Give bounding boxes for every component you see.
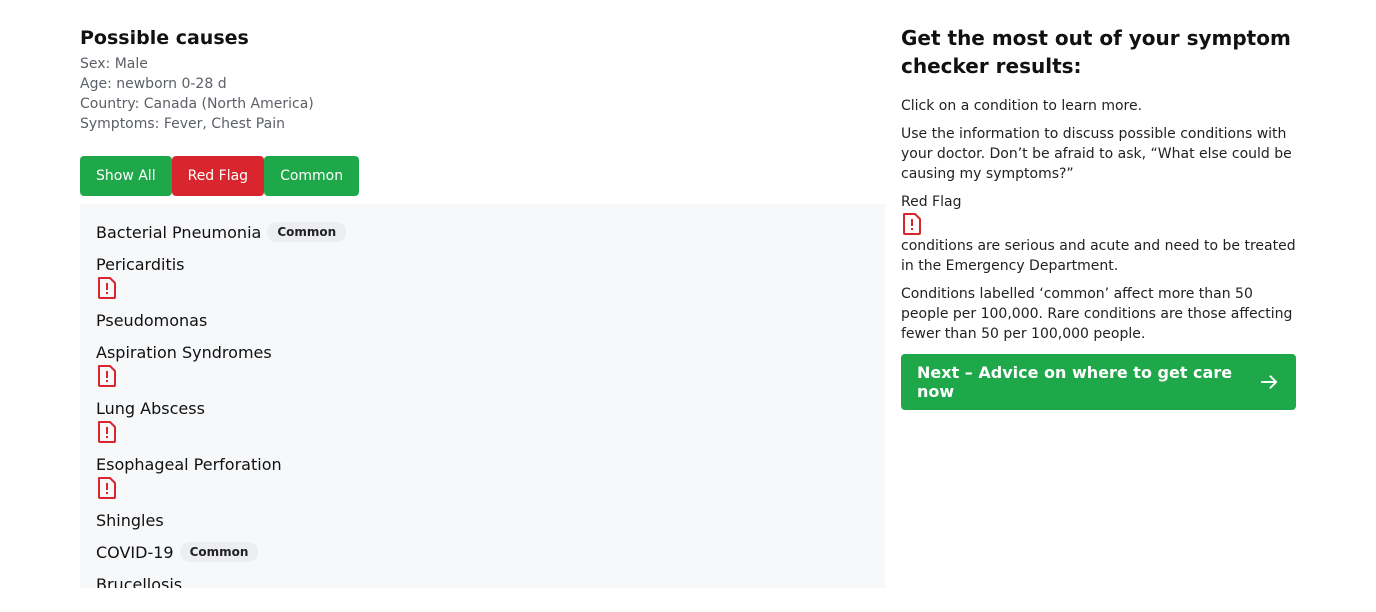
next-advice-button[interactable]: Next – Advice on where to get care now [901, 354, 1296, 410]
possible-causes-section: Possible causes Sex: Male Age: newborn 0… [80, 24, 885, 588]
age-info: Age: newborn 0-28 d [80, 76, 227, 92]
condition-name[interactable]: Pericarditis [96, 255, 185, 274]
list-item[interactable]: Esophageal Perforation [96, 452, 869, 500]
condition-name[interactable]: Lung Abscess [96, 399, 205, 418]
condition-name[interactable]: Aspiration Syndromes [96, 343, 272, 362]
sex-info: Sex: Male [80, 56, 148, 72]
country-info: Country: Canada (North America) [80, 96, 314, 112]
filter-buttons: Show All Red Flag Common [80, 156, 360, 196]
common-badge: Common [179, 542, 259, 562]
red-flag-icon [98, 421, 116, 443]
arrow-right-icon [1260, 375, 1278, 389]
red-flag-icon [903, 213, 921, 235]
results-guidance-section: Get the most out of your symptom checker… [901, 24, 1296, 410]
red-flag-icon [98, 477, 116, 499]
conditions-list-panel[interactable]: Bacterial Pneumonia Common Pericarditis … [80, 204, 885, 588]
show-all-button[interactable]: Show All [80, 156, 172, 196]
list-item[interactable]: Bacterial Pneumonia Common [96, 220, 869, 244]
list-item[interactable]: Pericarditis [96, 252, 869, 300]
next-button-label: Next – Advice on where to get care now [917, 363, 1233, 401]
page-title: Possible causes [80, 27, 249, 49]
list-item[interactable]: Pseudomonas [96, 308, 869, 332]
condition-name[interactable]: Bacterial Pneumonia [96, 223, 261, 242]
common-badge: Common [267, 222, 347, 242]
condition-name[interactable]: Brucellosis [96, 575, 182, 589]
guidance-text-4: Conditions labelled ‘common’ affect more… [901, 286, 1293, 342]
patient-info: Sex: Male Age: newborn 0-28 d Country: C… [80, 54, 885, 134]
condition-name[interactable]: COVID-19 [96, 543, 174, 562]
guidance-text-3: conditions are serious and acute and nee… [901, 238, 1296, 274]
guidance-title: Get the most out of your symptom checker… [901, 26, 1291, 78]
red-flag-icon [98, 277, 116, 299]
guidance-text-2: Use the information to discuss possible … [901, 126, 1292, 182]
list-item[interactable]: Brucellosis [96, 572, 869, 589]
red-flag-icon [98, 365, 116, 387]
red-flag-filter-button[interactable]: Red Flag [171, 156, 265, 196]
list-item[interactable]: Aspiration Syndromes [96, 340, 869, 388]
common-filter-button[interactable]: Common [264, 156, 360, 196]
conditions-list: Bacterial Pneumonia Common Pericarditis … [80, 204, 885, 588]
list-item[interactable]: Shingles [96, 508, 869, 532]
condition-name[interactable]: Esophageal Perforation [96, 455, 282, 474]
guidance-text-1: Click on a condition to learn more. [901, 98, 1143, 114]
list-item[interactable]: Lung Abscess [96, 396, 869, 444]
condition-name[interactable]: Shingles [96, 511, 164, 530]
condition-name[interactable]: Pseudomonas [96, 311, 207, 330]
symptoms-info: Symptoms: Fever, Chest Pain [80, 116, 285, 132]
red-flag-label: Red Flag [901, 194, 962, 210]
list-item[interactable]: COVID-19 Common [96, 540, 869, 564]
